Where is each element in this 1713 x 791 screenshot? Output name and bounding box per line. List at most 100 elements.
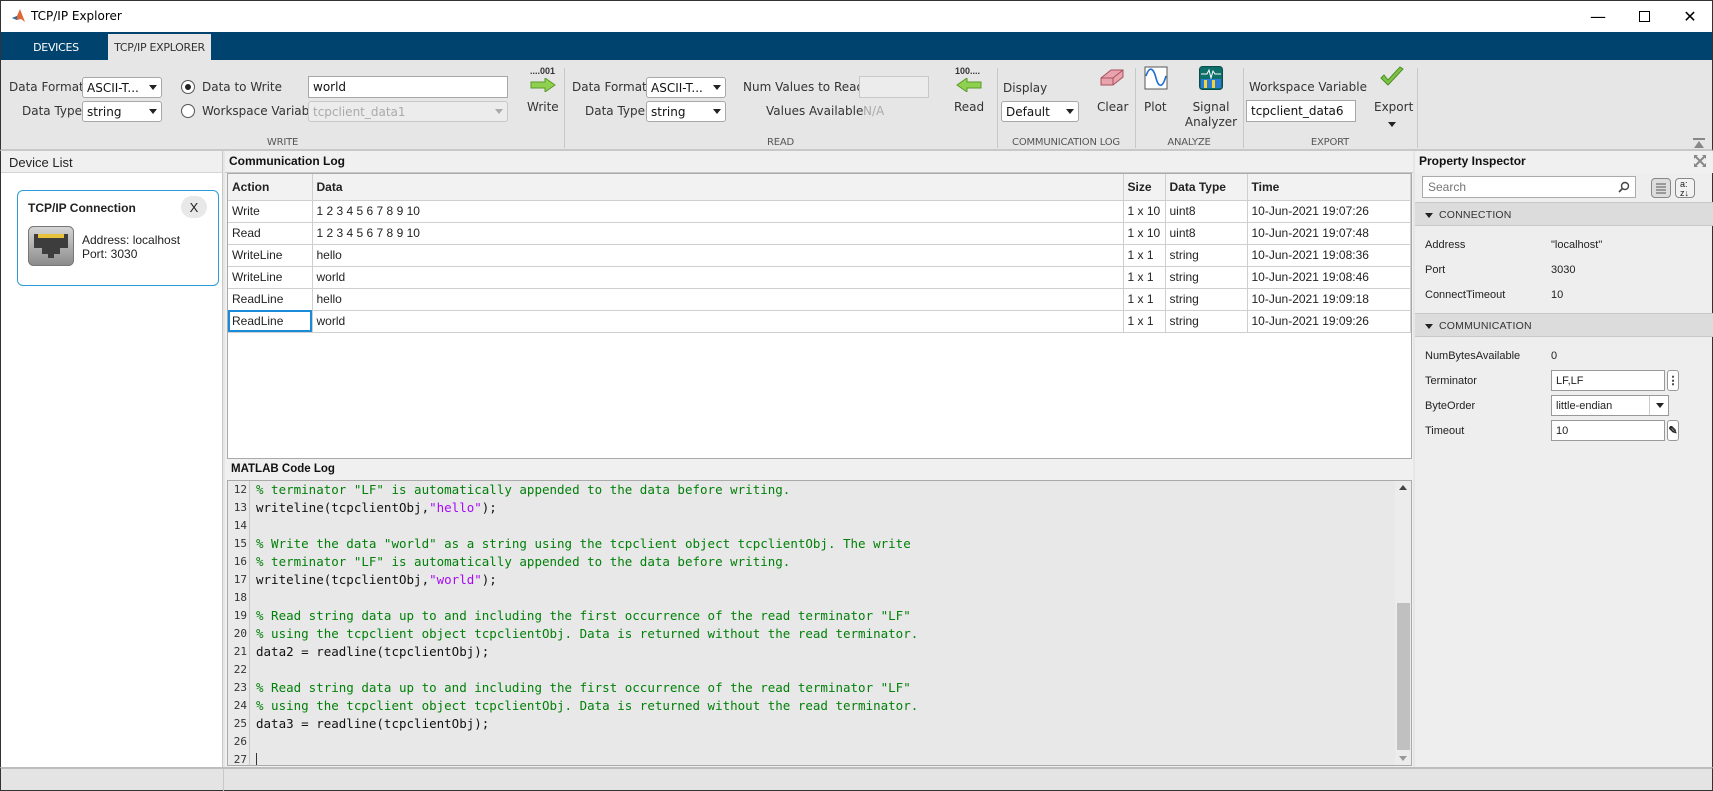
table-cell[interactable]: uint8 bbox=[1165, 222, 1248, 245]
column-header-data-type[interactable]: Data Type bbox=[1165, 174, 1248, 201]
edit-button[interactable]: ✎ bbox=[1667, 420, 1679, 441]
table-cell[interactable]: world bbox=[312, 266, 1124, 289]
table-cell[interactable]: 10-Jun-2021 19:07:26 bbox=[1247, 200, 1411, 223]
data-to-write-radio[interactable] bbox=[181, 80, 195, 94]
table-cell[interactable]: string bbox=[1165, 288, 1248, 311]
column-header-data[interactable]: Data bbox=[312, 174, 1124, 201]
tab-tcpip-explorer[interactable]: TCP/IP EXPLORER bbox=[108, 34, 211, 60]
read-button[interactable]: 100.... Read bbox=[953, 66, 984, 126]
sort-alphabetical-button[interactable]: a: z↓ bbox=[1675, 178, 1695, 198]
table-cell[interactable]: world bbox=[312, 310, 1124, 333]
write-data-type-dropdown[interactable]: string bbox=[82, 101, 162, 122]
table-cell[interactable]: 1 x 1 bbox=[1123, 266, 1166, 289]
table-row[interactable]: Read 1 2 3 4 5 6 7 8 9 10 1 x 10 uint8 10-Ju… bbox=[228, 222, 1411, 245]
table-cell[interactable]: 10-Jun-2021 19:09:18 bbox=[1247, 288, 1411, 311]
table-cell[interactable]: ReadLine bbox=[228, 310, 313, 333]
table-cell[interactable]: string bbox=[1165, 310, 1248, 333]
export-workspace-variable-input[interactable] bbox=[1246, 100, 1356, 122]
eraser-icon bbox=[1100, 69, 1124, 86]
property-field[interactable]: 10 bbox=[1551, 420, 1665, 441]
table-cell[interactable]: 1 2 3 4 5 6 7 8 9 10 bbox=[312, 200, 1124, 223]
table-cell[interactable]: Read bbox=[228, 222, 313, 245]
data-to-write-label: Data to Write bbox=[202, 80, 283, 94]
workspace-variable-radio[interactable] bbox=[181, 104, 195, 118]
chevron-down-icon bbox=[149, 85, 157, 90]
sort-az-icon: a: z↓ bbox=[1680, 179, 1689, 198]
code-editor[interactable]: 12 % terminator "LF" is automatically app… bbox=[227, 480, 1412, 766]
collapse-caret-icon bbox=[1425, 212, 1433, 218]
table-cell[interactable]: 1 x 10 bbox=[1123, 200, 1166, 223]
property-name: NumBytesAvailable bbox=[1425, 349, 1521, 362]
read-data-type-dropdown[interactable]: string bbox=[646, 101, 726, 122]
column-header-action[interactable]: Action bbox=[228, 174, 313, 201]
property-search-field[interactable] bbox=[1422, 176, 1636, 198]
export-button[interactable]: Export bbox=[1371, 66, 1413, 136]
table-cell[interactable]: string bbox=[1165, 244, 1248, 267]
collapse-ribbon-icon[interactable] bbox=[1693, 138, 1705, 148]
section-header-connection[interactable]: CONNECTION bbox=[1415, 202, 1713, 226]
property-field[interactable]: LF,LF bbox=[1551, 370, 1665, 391]
table-cell[interactable]: 10-Jun-2021 19:08:46 bbox=[1247, 266, 1411, 289]
tab-devices[interactable]: DEVICES bbox=[11, 34, 101, 60]
property-dropdown[interactable]: little-endian bbox=[1551, 395, 1669, 416]
table-row[interactable]: Write 1 2 3 4 5 6 7 8 9 10 1 x 10 uint8 10-J… bbox=[228, 200, 1411, 223]
scrollbar-thumb[interactable] bbox=[1397, 603, 1410, 750]
property-sections: CONNECTION Address "localhost" Port 3030 Conn… bbox=[1415, 202, 1713, 449]
signal-analyzer-button[interactable]: Signal Analyzer bbox=[1183, 66, 1239, 136]
minimize-button[interactable]: — bbox=[1575, 1, 1621, 32]
device-card[interactable]: TCP/IP Connection X Address: localhost P… bbox=[17, 190, 219, 286]
maximize-button[interactable] bbox=[1621, 1, 1667, 32]
table-cell[interactable]: hello bbox=[312, 244, 1124, 267]
property-search-input[interactable] bbox=[1428, 180, 1618, 194]
table-cell[interactable]: 1 x 1 bbox=[1123, 288, 1166, 311]
code-line: 20 % using the tcpclient object tcpclient… bbox=[228, 625, 1393, 643]
code-comment: % using the tcpclient object tcpclientOb… bbox=[256, 626, 919, 641]
workspace-variable-dropdown[interactable]: tcpclient_data1 bbox=[308, 101, 508, 122]
table-cell[interactable]: hello bbox=[312, 288, 1124, 311]
table-cell[interactable]: 1 2 3 4 5 6 7 8 9 10 bbox=[312, 222, 1124, 245]
table-cell[interactable]: 1 x 10 bbox=[1123, 222, 1166, 245]
table-cell[interactable]: uint8 bbox=[1165, 200, 1248, 223]
scroll-up-icon[interactable] bbox=[1399, 485, 1407, 490]
property-value: 0 bbox=[1551, 349, 1558, 362]
table-cell[interactable]: 10-Jun-2021 19:08:36 bbox=[1247, 244, 1411, 267]
table-row[interactable]: ReadLine hello 1 x 1 string 10-Jun-2021 19:0… bbox=[228, 288, 1411, 311]
num-values-input[interactable] bbox=[859, 76, 929, 98]
table-cell[interactable]: WriteLine bbox=[228, 266, 313, 289]
table-cell[interactable]: WriteLine bbox=[228, 244, 313, 267]
table-cell[interactable]: string bbox=[1165, 266, 1248, 289]
table-row[interactable]: WriteLine world 1 x 1 string 10-Jun-2021 19:… bbox=[228, 266, 1411, 289]
close-window-button[interactable]: ✕ bbox=[1667, 1, 1713, 32]
scroll-down-icon[interactable] bbox=[1399, 756, 1407, 761]
table-cell[interactable]: Write bbox=[228, 200, 313, 223]
read-data-format-label: Data Format bbox=[572, 80, 647, 94]
code-comment: % terminator "LF" is automatically appen… bbox=[256, 554, 791, 569]
property-inspector-title: Property Inspector bbox=[1415, 151, 1713, 173]
write-button[interactable]: ....001 Write bbox=[527, 66, 559, 126]
table-cell[interactable]: 1 x 1 bbox=[1123, 244, 1166, 267]
table-cell[interactable]: 1 x 1 bbox=[1123, 310, 1166, 333]
table-row[interactable]: ReadLine world 1 x 1 string 10-Jun-2021 19:0… bbox=[228, 310, 1411, 333]
clear-button[interactable]: Clear bbox=[1096, 66, 1130, 126]
read-icon-caption: 100.... bbox=[955, 66, 981, 76]
data-to-write-input[interactable] bbox=[308, 76, 508, 98]
table-cell[interactable]: ReadLine bbox=[228, 288, 313, 311]
table-row[interactable]: WriteLine hello 1 x 1 string 10-Jun-2021 19:… bbox=[228, 244, 1411, 267]
column-header-size[interactable]: Size bbox=[1123, 174, 1166, 201]
section-header-communication[interactable]: COMMUNICATION bbox=[1415, 313, 1713, 337]
line-number: 15 bbox=[233, 537, 247, 550]
undock-icon[interactable] bbox=[1693, 154, 1707, 168]
column-header-time[interactable]: Time bbox=[1247, 174, 1411, 201]
more-options-button[interactable]: ⋮ bbox=[1667, 370, 1679, 391]
group-view-button[interactable] bbox=[1651, 178, 1671, 198]
plot-button[interactable]: Plot bbox=[1141, 66, 1175, 126]
read-data-format-dropdown[interactable]: ASCII-T... bbox=[646, 77, 726, 98]
write-button-label: Write bbox=[527, 100, 559, 114]
display-dropdown[interactable]: Default bbox=[1001, 101, 1079, 122]
code-vertical-scrollbar[interactable] bbox=[1395, 481, 1411, 765]
table-cell[interactable]: 10-Jun-2021 19:09:26 bbox=[1247, 310, 1411, 333]
write-data-format-dropdown[interactable]: ASCII-T... bbox=[82, 77, 162, 98]
table-cell[interactable]: 10-Jun-2021 19:07:48 bbox=[1247, 222, 1411, 245]
remove-device-button[interactable]: X bbox=[181, 196, 207, 218]
